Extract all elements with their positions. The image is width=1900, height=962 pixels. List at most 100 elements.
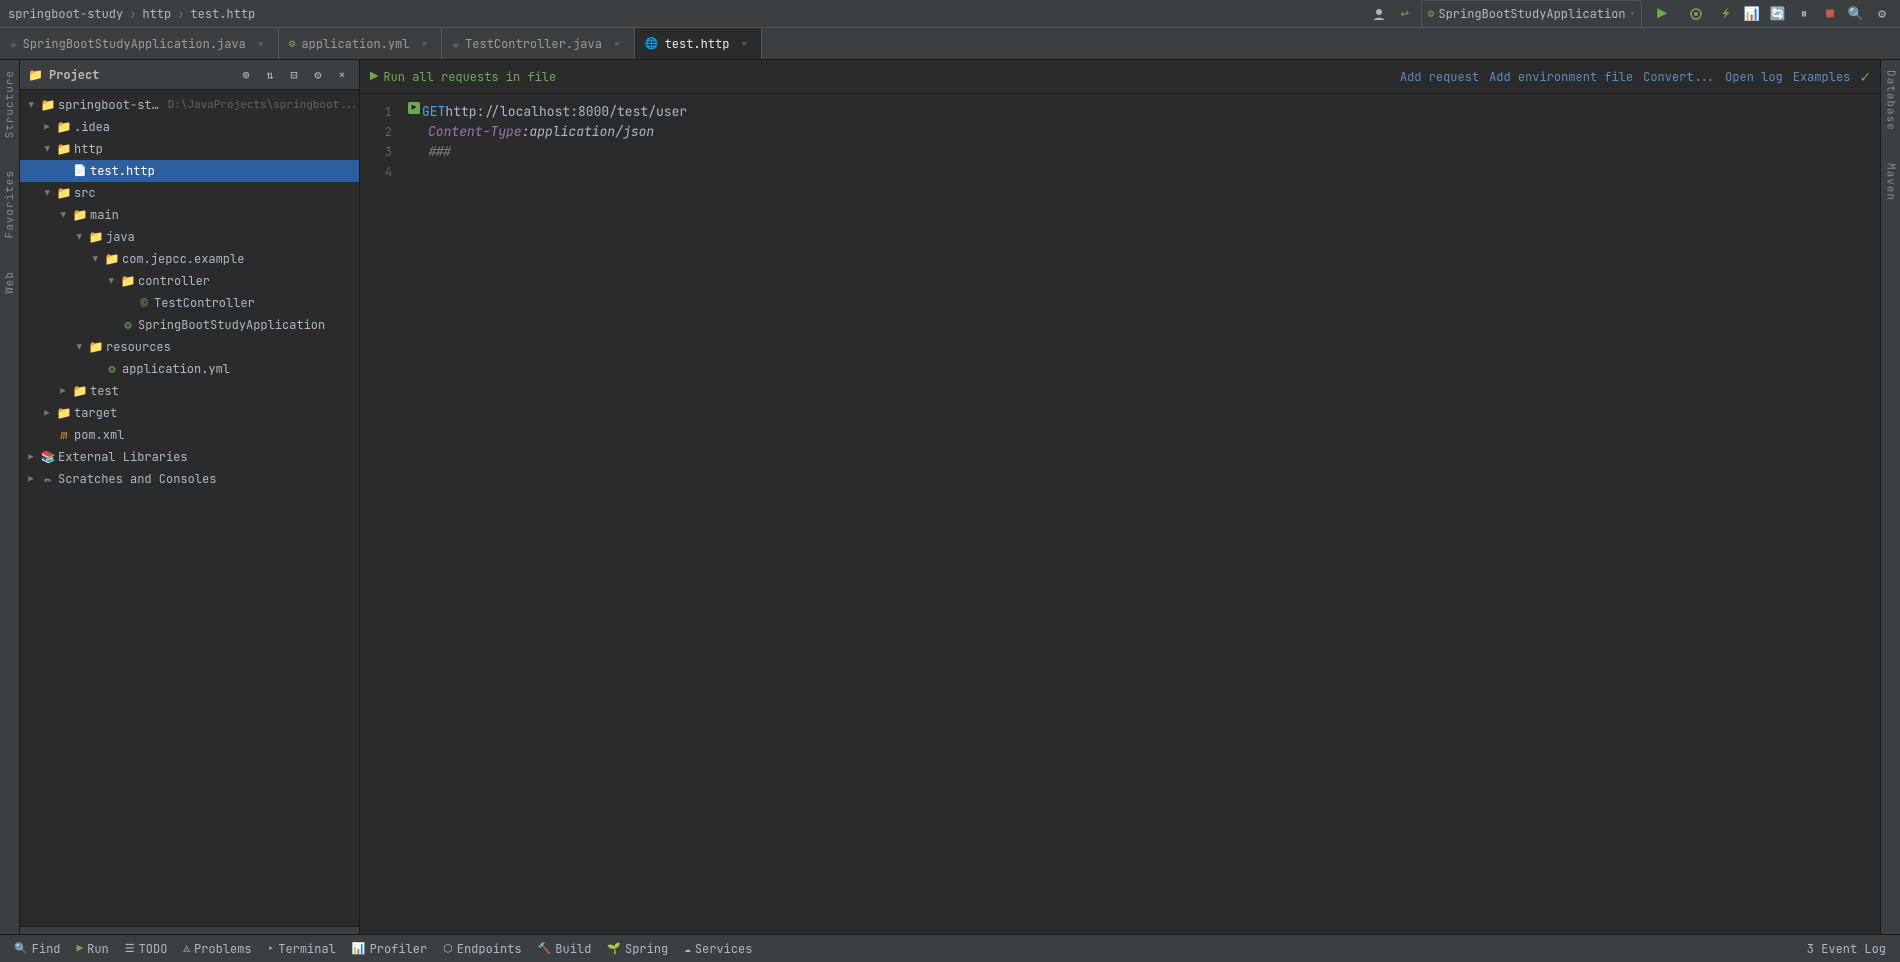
tab-close-springbootapp[interactable]: × xyxy=(254,37,268,51)
run-config-arrow: ▾ xyxy=(1630,8,1635,20)
convert-link[interactable]: Convert... xyxy=(1643,69,1715,85)
arrow-scratches: ▶ xyxy=(24,472,38,486)
find-btn[interactable]: 🔍 Find xyxy=(8,938,67,960)
build-btn[interactable]: 🔨 Build xyxy=(532,938,598,960)
terminal-btn[interactable]: ▸ Terminal xyxy=(262,938,342,960)
folder-icon-controller: 📁 xyxy=(120,273,136,289)
user-icon-btn[interactable] xyxy=(1369,4,1389,24)
tree-item-controller-folder[interactable]: ▶ 📁 controller xyxy=(20,270,359,292)
project-tree: ▶ 📁 springboot-study D:\JavaProjects\spr… xyxy=(20,90,359,926)
stop-button[interactable]: ■ xyxy=(1820,4,1840,24)
settings-icon-btn[interactable]: ⚙ xyxy=(309,66,327,84)
tree-item-applicationyml[interactable]: ⚙ application.yml xyxy=(20,358,359,380)
settings-button[interactable]: ⚙ xyxy=(1872,4,1892,24)
run-button[interactable]: ▶ xyxy=(1648,0,1676,28)
folder-icon-java: 📁 xyxy=(88,229,104,245)
build-label: Build xyxy=(555,941,591,957)
problems-btn[interactable]: ⚠ Problems xyxy=(177,938,257,960)
database-panel-btn[interactable]: Database xyxy=(1882,64,1900,137)
profile-button[interactable]: 📊 xyxy=(1742,4,1762,24)
project-panel-scrollbar-h[interactable] xyxy=(20,926,359,934)
tab-testhttp[interactable]: 🌐 test.http × xyxy=(635,28,763,59)
tree-item-root[interactable]: ▶ 📁 springboot-study D:\JavaProjects\spr… xyxy=(20,94,359,116)
breadcrumb-file[interactable]: test.http xyxy=(190,6,255,22)
tab-springbootstudyapplication[interactable]: ☕ SpringBootStudyApplication.java × xyxy=(0,28,279,59)
tree-item-package[interactable]: ▶ 📁 com.jepcc.example xyxy=(20,248,359,270)
editor-line-3: ### xyxy=(408,142,1880,162)
pause-button[interactable]: ⏸ xyxy=(1794,4,1814,24)
run-btn[interactable]: ▶ Run xyxy=(71,938,115,960)
http-url: http://localhost:8000/test/user xyxy=(445,102,687,122)
right-sidebar: Database Maven xyxy=(1880,60,1900,934)
collapse-icon-btn[interactable]: ⊟ xyxy=(285,66,303,84)
update-button[interactable]: 🔄 xyxy=(1768,4,1788,24)
label-test: test xyxy=(90,383,119,399)
locate-icon-btn[interactable]: ⊕ xyxy=(237,66,255,84)
tree-item-external-libs[interactable]: ▶ 📚 External Libraries xyxy=(20,446,359,468)
tree-item-idea[interactable]: ▶ 📁 .idea xyxy=(20,116,359,138)
http-toolbar: ▶ Run all requests in file Add request A… xyxy=(360,60,1880,94)
run-indicator-1[interactable]: ▶ xyxy=(408,102,420,114)
tree-item-http-folder[interactable]: ▶ 📁 http xyxy=(20,138,359,160)
tab-close-testcontroller[interactable]: × xyxy=(610,37,624,51)
tree-item-testcontroller[interactable]: © TestController xyxy=(20,292,359,314)
maven-icon-pomxml: m xyxy=(56,427,72,443)
tab-testcontroller[interactable]: ☕ TestController.java × xyxy=(442,28,634,59)
vcs-icon-btn[interactable]: ↩ xyxy=(1395,4,1415,24)
run-all-btn[interactable]: ▶ Run all requests in file xyxy=(370,68,556,86)
endpoints-btn[interactable]: ⬡ Endpoints xyxy=(437,938,527,960)
sort-icon-btn[interactable]: ⇅ xyxy=(261,66,279,84)
event-log-btn[interactable]: 3 Event Log xyxy=(1801,938,1892,960)
arrow-pomxml xyxy=(40,428,54,442)
services-btn[interactable]: ☁ Services xyxy=(678,938,758,960)
tab-close-applicationyml[interactable]: × xyxy=(417,37,431,51)
open-log-link[interactable]: Open log xyxy=(1725,69,1783,85)
header-val: application/json xyxy=(529,122,654,142)
breadcrumb-http[interactable]: http xyxy=(142,6,171,22)
examples-link[interactable]: Examples xyxy=(1793,69,1851,85)
maven-panel-btn[interactable]: Maven xyxy=(1882,157,1900,207)
tree-item-springbootapp[interactable]: ⚙ SpringBootStudyApplication xyxy=(20,314,359,336)
line-num-1: 1 xyxy=(360,102,392,122)
profiler-btn[interactable]: 📊 Profiler xyxy=(346,938,433,960)
http-file-icon: 📄 xyxy=(72,163,88,179)
arrow-springbootapp xyxy=(104,318,118,332)
editor: 1 2 3 4 ▶ GET http://localhost:8000/test… xyxy=(360,94,1880,934)
add-request-link[interactable]: Add request xyxy=(1400,69,1479,85)
tree-item-main[interactable]: ▶ 📁 main xyxy=(20,204,359,226)
run-icon: ▶ xyxy=(77,942,84,956)
tree-item-pomxml[interactable]: m pom.xml xyxy=(20,424,359,446)
run-config-dropdown[interactable]: ⚙ SpringBootStudyApplication ▾ xyxy=(1421,0,1642,28)
line-numbers: 1 2 3 4 xyxy=(360,94,400,934)
spring-btn[interactable]: 🌱 Spring xyxy=(601,938,674,960)
tree-item-src[interactable]: ▶ 📁 src xyxy=(20,182,359,204)
bookmarks-panel-btn[interactable]: Favorites xyxy=(1,164,19,244)
tree-item-testhttp[interactable]: 📄 test.http xyxy=(20,160,359,182)
folder-icon-target: 📁 xyxy=(56,405,72,421)
arrow-external-libs: ▶ xyxy=(24,450,38,464)
tree-item-test[interactable]: ▶ 📁 test xyxy=(20,380,359,402)
main-content: Structure Favorites Web 📁 Project ⊕ ⇅ ⊟ … xyxy=(0,60,1900,934)
todo-btn[interactable]: ☰ TODO xyxy=(119,938,174,960)
debug-button[interactable] xyxy=(1682,0,1710,28)
search-button[interactable]: 🔍 xyxy=(1846,4,1866,24)
todo-label: TODO xyxy=(139,941,168,957)
close-icon-btn[interactable]: × xyxy=(333,66,351,84)
add-environment-link[interactable]: Add environment file xyxy=(1489,69,1633,85)
todo-icon: ☰ xyxy=(125,942,135,956)
arrow-idea: ▶ xyxy=(40,120,54,134)
tree-item-target[interactable]: ▶ 📁 target xyxy=(20,402,359,424)
structure-panel-btn[interactable]: Structure xyxy=(1,64,19,144)
breadcrumb-project[interactable]: springboot-study xyxy=(8,6,123,22)
tree-item-scratches[interactable]: ▶ ✏ Scratches and Consoles xyxy=(20,468,359,490)
web-panel-btn[interactable]: Web xyxy=(1,265,19,300)
tree-item-java[interactable]: ▶ 📁 java xyxy=(20,226,359,248)
tab-application-yml[interactable]: ⚙ application.yml × xyxy=(279,28,443,59)
tab-close-testhttp[interactable]: × xyxy=(737,37,751,51)
tree-item-resources[interactable]: ▶ 📁 resources xyxy=(20,336,359,358)
coverage-button[interactable]: ⚡ xyxy=(1716,4,1736,24)
build-icon: 🔨 xyxy=(538,942,552,956)
title-bar-actions: ↩ ⚙ SpringBootStudyApplication ▾ ▶ ⚡ 📊 🔄… xyxy=(1369,0,1892,28)
editor-content[interactable]: ▶ GET http://localhost:8000/test/user Co… xyxy=(400,94,1880,934)
line-num-3: 3 xyxy=(360,142,392,162)
